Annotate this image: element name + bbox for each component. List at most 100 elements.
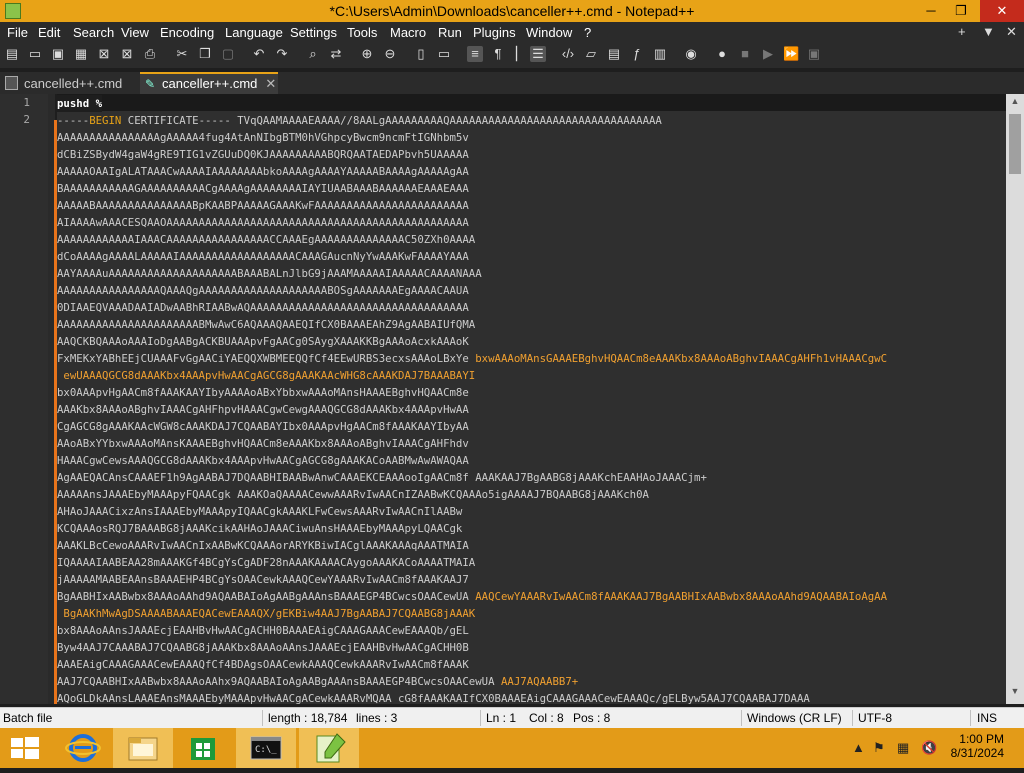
code-line-wrapped[interactable]: AgAAEQACAnsCAAAEF1h9AgAABAJ7DQAABHIBAABw… <box>57 469 707 486</box>
status-mode[interactable]: INS <box>977 711 997 725</box>
save-icon[interactable]: ▣ <box>50 46 66 62</box>
code-line[interactable]: 0DIAAEQVAAADAAIADwAABhRIAABwAQAAAAAAAAAA… <box>57 299 469 316</box>
undo-icon[interactable]: ↶ <box>251 46 267 62</box>
code-line[interactable]: AAAKbx8AAAoABghvIAAACgAHFhpvHAAACgwCewgA… <box>57 401 469 418</box>
menu-help[interactable]: ? <box>584 25 591 40</box>
code-line[interactable]: bx0AAApvHgAACm8fAAAKAAYIbyAAAAoABxYbbxwA… <box>57 384 469 401</box>
code-line[interactable]: AAAAAAAAAAAAAAAAQAAAQgAAAAAAAAAAAAAAAAAA… <box>57 282 469 299</box>
menu-plugins[interactable]: Plugins <box>473 25 516 40</box>
code-line[interactable]: bx8AAAoAAnsJAAAEcjEAAHBvHwAACgACHH0BAAAE… <box>57 622 469 639</box>
menu-tools[interactable]: Tools <box>347 25 377 40</box>
zoom-in-icon[interactable]: ⊕ <box>359 46 375 62</box>
code-line-wrapped[interactable]: FxMEKxYABhEEjCUAAAFvGgAACiYAEQQXWBMEEQQf… <box>57 350 887 367</box>
code-line[interactable]: AHAoJAAACixzAnsIAAAEbyMAAApyIQAACgkAAAKL… <box>57 503 462 520</box>
code-line[interactable]: dCoAAAAgAAAALAAAAAIAAAAAAAAAAAAAAAAAACAA… <box>57 248 469 265</box>
save-all-icon[interactable]: ▦ <box>73 46 89 62</box>
code-line[interactable]: AAAAABAAAAAAAAAAAAAAABpKAABPAAAAAGAAAKwF… <box>57 197 469 214</box>
code-line-wrapped[interactable]: BgAABHIxAABwbx8AAAoAAhd9AQAABAIoAgAABgAA… <box>57 588 887 605</box>
menu-file[interactable]: File <box>7 25 28 40</box>
sync-horizontal-icon[interactable]: ▭ <box>436 46 452 62</box>
new-file-icon[interactable]: ▤ <box>4 46 20 62</box>
show-hidden-icons-icon[interactable]: ▲ <box>852 740 865 755</box>
tab-close-icon[interactable]: ✕ <box>265 74 276 94</box>
menu-run[interactable]: Run <box>438 25 462 40</box>
scroll-down-icon[interactable]: ▼ <box>1006 686 1024 702</box>
editor[interactable]: 1 2 pushd % -----BEGIN CERTIFICATE----- … <box>0 94 1006 704</box>
word-wrap-icon[interactable]: ≡ <box>467 46 483 62</box>
menu-search[interactable]: Search <box>73 25 114 40</box>
menu-macro[interactable]: Macro <box>390 25 426 40</box>
internet-explorer-button[interactable] <box>53 728 113 768</box>
code-line[interactable]: CgAGCG8gAAAKAAcWGW8cAAAKDAJ7CQAABAYIbx0A… <box>57 418 469 435</box>
scroll-thumb[interactable] <box>1009 114 1021 174</box>
clock[interactable]: 1:00 PM 8/31/2024 <box>951 732 1004 760</box>
tab-canceller[interactable]: ✎ canceller++.cmd ✕ <box>140 72 278 96</box>
code-line-2[interactable]: -----BEGIN CERTIFICATE----- TVqQAAMAAAAE… <box>57 112 662 129</box>
notepadpp-taskbar-button[interactable] <box>299 728 359 768</box>
code-line[interactable]: AQoGLDkAAnsLAAAEAnsMAAAEbyMAAApvHwAACgAC… <box>57 690 810 704</box>
doc-map-icon[interactable]: ☰ <box>530 46 546 62</box>
code-line[interactable]: AAAKLBcCewoAAARvIwAACnIxAABwKCQAAAorARYK… <box>57 537 469 554</box>
code-line[interactable]: AAAAAOAAIgALATAAACwAAAAIAAAAAAAAbkoAAAAg… <box>57 163 469 180</box>
sync-vertical-icon[interactable]: ▯ <box>413 46 429 62</box>
stop-macro-icon[interactable]: ■ <box>737 46 753 62</box>
code-line[interactable]: IQAAAAIAABEAA28mAAAKGf4BCgYsCgADF28nAAAK… <box>57 554 475 571</box>
new-tab-icon[interactable]: + <box>958 24 966 39</box>
paste-icon[interactable]: ▢ <box>220 46 236 62</box>
volume-muted-icon[interactable]: 🔇 <box>921 740 937 756</box>
status-eol[interactable]: Windows (CR LF) <box>747 711 842 725</box>
show-all-chars-icon[interactable]: ¶ <box>490 46 506 62</box>
open-file-icon[interactable]: ▭ <box>27 46 43 62</box>
tab-cancelled[interactable]: cancelled++.cmd <box>0 74 138 94</box>
code-line[interactable]: KCQAAAosRQJ7BAAABG8jAAAKcikAAHAoJAAACiwu… <box>57 520 462 537</box>
cut-icon[interactable]: ✂ <box>174 46 190 62</box>
print-icon[interactable]: ⎙ <box>142 46 158 62</box>
menu-window[interactable]: Window <box>526 25 572 40</box>
code-line[interactable]: AAAAAAAAAAAAAAAAgAAAAA4fug4AtAnNIbgBTM0h… <box>57 129 469 146</box>
close-document-icon[interactable]: ✕ <box>1006 24 1017 40</box>
code-line-wrapped[interactable]: AAJ7CQAABHIxAABwbx8AAAoAAhx9AQAABAIoAgAA… <box>57 673 578 690</box>
restore-button[interactable]: ❐ <box>946 0 976 22</box>
code-line[interactable]: HAAACgwCewsAAAQGCG8dAAAKbx4AAApvHwAACgAG… <box>57 452 469 469</box>
tab-list-icon[interactable]: ▼ <box>982 24 995 39</box>
code-line[interactable]: AIAAAAwAAACESQAAOAAAAAAAAAAAAAAAAAAAAAAA… <box>57 214 469 231</box>
close-button[interactable]: ✕ <box>980 0 1024 22</box>
code-line[interactable]: AAoABxYYbxwAAAoMAnsKAAAEBghvHQAACm8eAAAK… <box>57 435 469 452</box>
code-line[interactable]: dCBiZSBydW4gaW4gRE9TIG1vZGUuDQ0KJAAAAAAA… <box>57 146 469 163</box>
file-explorer-button[interactable] <box>113 728 173 768</box>
code-line[interactable]: AAAAAAAAAAAAIAAACAAAAAAAAAAAAAAAACCAAAEg… <box>57 231 475 248</box>
store-button[interactable] <box>173 728 233 768</box>
code-line[interactable]: jAAAAAMAABEAAnsBAAAEHP4BCgYsOAACewkAAAQC… <box>57 571 469 588</box>
menu-language[interactable]: Language <box>225 25 283 40</box>
code-line[interactable]: BAAAAAAAAAAAGAAAAAAAAAACgAAAAgAAAAAAAAIA… <box>57 180 469 197</box>
start-button[interactable] <box>0 728 50 768</box>
code-line[interactable]: AAAAAAAAAAAAAAAAAAAAAABMwAwC6AQAAAQAAEQI… <box>57 316 475 333</box>
function-list-icon[interactable]: ▤ <box>606 46 622 62</box>
scroll-up-icon[interactable]: ▲ <box>1006 96 1024 112</box>
menu-edit[interactable]: Edit <box>38 25 60 40</box>
code-line[interactable]: Byw4AAJ7CAAABAJ7CQAABG8jAAAKbx8AAAoAAnsJ… <box>57 639 469 656</box>
code-line[interactable]: ewUAAAQGCG8dAAAKbx4AAApvHwAACgAGCG8gAAAK… <box>57 367 475 384</box>
code-line-1[interactable]: pushd % <box>57 95 103 112</box>
minimize-button[interactable]: ─ <box>916 0 946 22</box>
menu-encoding[interactable]: Encoding <box>160 25 214 40</box>
map-icon[interactable]: ▱ <box>583 46 599 62</box>
play-macro-icon[interactable]: ▶ <box>760 46 776 62</box>
indent-guide-icon[interactable]: ▏ <box>513 46 529 62</box>
fx-icon[interactable]: ƒ <box>629 46 645 62</box>
code-line-wrapped[interactable]: AAAAAnsJAAAEbyMAAApyFQAACgk AAAKOaQAAAAC… <box>57 486 649 503</box>
code-line[interactable]: BgAAKhMwAgDSAAAABAAAEQACewEAAAQX/gEKBiw4… <box>57 605 475 622</box>
folder-workspace-icon[interactable]: ▥ <box>652 46 668 62</box>
copy-icon[interactable]: ❐ <box>197 46 213 62</box>
code-line[interactable]: AAAEAigCAAAGAAACewEAAAQfCf4BDAgsOAACewkA… <box>57 656 469 673</box>
zoom-out-icon[interactable]: ⊖ <box>382 46 398 62</box>
status-encoding[interactable]: UTF-8 <box>858 711 892 725</box>
monitoring-icon[interactable]: ◉ <box>683 46 699 62</box>
code-line[interactable]: AAYAAAAuAAAAAAAAAAAAAAAAAAAABAAABALnJlbG… <box>57 265 482 282</box>
find-icon[interactable]: ⌕ <box>305 46 321 62</box>
code-line[interactable]: AAQCKBQAAAoAAAIoDgAABgACKBUAAApvFgAACg0S… <box>57 333 469 350</box>
action-center-flag-icon[interactable]: ⚑ <box>873 740 885 756</box>
cmd-button[interactable]: C:\_ <box>236 728 296 768</box>
menu-view[interactable]: View <box>121 25 149 40</box>
record-macro-icon[interactable]: ● <box>714 46 730 62</box>
